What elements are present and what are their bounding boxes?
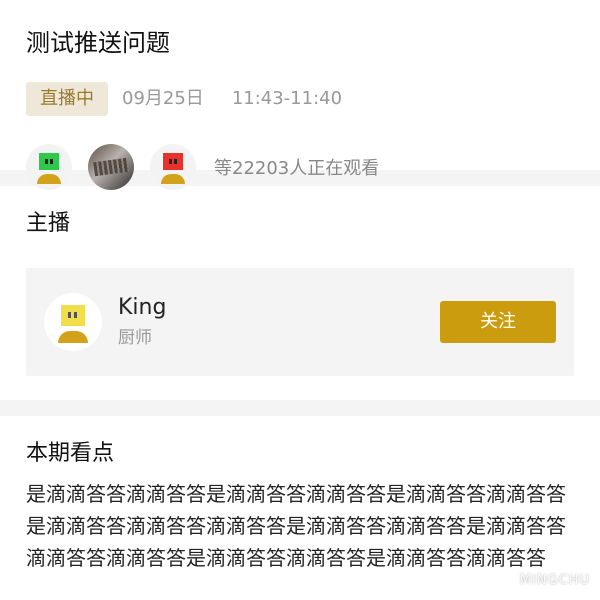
host-name: King	[118, 295, 167, 320]
green-robot-avatar-icon	[39, 153, 59, 170]
viewer-count-text: 等22203人正在观看	[214, 158, 380, 179]
viewer-avatar-photo[interactable]	[88, 144, 134, 190]
event-title: 测试推送问题	[26, 29, 170, 57]
event-meta: 直播中 09月25日 11:43-11:40	[26, 82, 574, 116]
highlights-title: 本期看点	[26, 441, 115, 466]
live-status-badge: 直播中	[26, 82, 108, 116]
host-section-title: 主播	[26, 211, 71, 236]
host-role: 厨师	[118, 328, 152, 348]
viewer-avatar-red[interactable]	[150, 144, 196, 190]
yellow-robot-avatar-icon	[61, 305, 85, 326]
event-date: 09月25日	[122, 88, 204, 109]
red-robot-avatar-icon	[163, 153, 183, 170]
watermark-logo: MINGCHU	[519, 573, 590, 588]
host-section: 主播 King 厨师 关注	[0, 186, 600, 400]
event-time-range: 11:43-11:40	[231, 88, 343, 109]
viewer-avatar-green[interactable]	[26, 144, 72, 190]
host-card[interactable]: King 厨师 关注	[26, 268, 574, 376]
highlights-section: 本期看点 是滴滴答答滴滴答答是滴滴答答滴滴答答是滴滴答答滴滴答答是滴滴答答滴滴答…	[0, 416, 600, 574]
follow-button[interactable]: 关注	[440, 301, 556, 343]
event-header: 测试推送问题 直播中 09月25日 11:43-11:40 等22203人正在观…	[0, 0, 600, 190]
live-event-page: 测试推送问题 直播中 09月25日 11:43-11:40 等22203人正在观…	[0, 0, 600, 600]
host-avatar[interactable]	[44, 293, 102, 351]
highlights-body: 是滴滴答答滴滴答答是滴滴答答滴滴答答是滴滴答答滴滴答答是滴滴答答滴滴答答滴滴答答…	[26, 482, 566, 570]
host-info: King 厨师	[118, 293, 440, 351]
section-divider	[0, 400, 600, 416]
